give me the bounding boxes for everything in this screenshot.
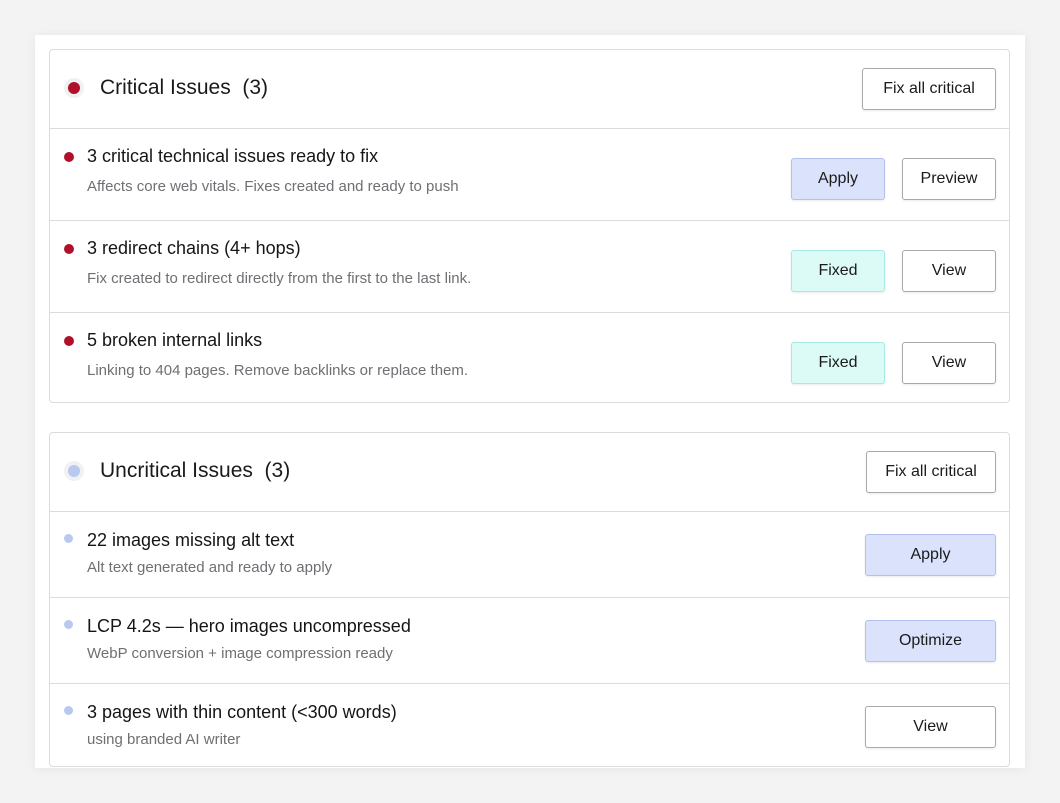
uncritical-status-dot-icon bbox=[68, 465, 80, 477]
apply-button[interactable]: Apply bbox=[865, 534, 996, 576]
optimize-button[interactable]: Optimize bbox=[865, 620, 996, 662]
preview-button[interactable]: Preview bbox=[902, 158, 996, 200]
issue-row: 3 pages with thin content (<300 words) u… bbox=[50, 684, 1009, 770]
view-button[interactable]: View bbox=[902, 342, 996, 384]
issue-title: 5 broken internal links bbox=[87, 330, 263, 350]
issue-title: 3 redirect chains (4+ hops) bbox=[87, 238, 301, 258]
view-button[interactable]: View bbox=[902, 250, 996, 292]
fixed-status-button[interactable]: Fixed bbox=[791, 342, 885, 384]
issue-description: using branded AI writer bbox=[87, 731, 241, 748]
issue-description: WebP conversion + image compression read… bbox=[87, 645, 393, 662]
apply-button[interactable]: Apply bbox=[791, 158, 885, 200]
issue-row: 3 critical technical issues ready to fix… bbox=[50, 129, 1009, 221]
uncritical-dot-icon bbox=[64, 620, 73, 629]
issue-description: Linking to 404 pages. Remove backlinks o… bbox=[87, 362, 469, 379]
issue-title: 3 pages with thin content (<300 words) bbox=[87, 702, 397, 722]
issue-row: 3 redirect chains (4+ hops) Fix created … bbox=[50, 221, 1009, 313]
critical-dot-icon bbox=[64, 336, 74, 346]
issue-description: Alt text generated and ready to apply bbox=[87, 559, 333, 576]
fixed-status-button[interactable]: Fixed bbox=[791, 250, 885, 292]
issue-title: LCP 4.2s — hero images uncompressed bbox=[87, 616, 411, 636]
fix-all-critical-button[interactable]: Fix all critical bbox=[862, 68, 996, 110]
issue-description: Affects core web vitals. Fixes created a… bbox=[87, 178, 459, 195]
issue-title: 22 images missing alt text bbox=[87, 530, 295, 550]
critical-dot-icon bbox=[64, 152, 74, 162]
critical-issues-title: Critical Issues (3) bbox=[100, 76, 269, 99]
critical-dot-icon bbox=[64, 244, 74, 254]
critical-issues-header: Critical Issues (3) Fix all critical bbox=[50, 50, 1009, 129]
uncritical-dot-icon bbox=[64, 706, 73, 715]
issue-description: Fix created to redirect directly from th… bbox=[87, 270, 472, 287]
issue-row: LCP 4.2s — hero images uncompressed WebP… bbox=[50, 598, 1009, 684]
issue-row: 5 broken internal links Linking to 404 p… bbox=[50, 313, 1009, 405]
critical-status-dot-icon bbox=[68, 82, 80, 94]
issue-title: 3 critical technical issues ready to fix bbox=[87, 146, 379, 166]
issues-card: Critical Issues (3) Fix all critical 3 c… bbox=[35, 35, 1025, 768]
critical-issues-section: Critical Issues (3) Fix all critical 3 c… bbox=[49, 49, 1010, 403]
fix-all-uncritical-button[interactable]: Fix all critical bbox=[866, 451, 996, 493]
issue-row: 22 images missing alt text Alt text gene… bbox=[50, 512, 1009, 598]
uncritical-issues-header: Uncritical Issues (3) Fix all critical bbox=[50, 433, 1009, 512]
uncritical-issues-title: Uncritical Issues (3) bbox=[100, 459, 291, 482]
view-button[interactable]: View bbox=[865, 706, 996, 748]
uncritical-dot-icon bbox=[64, 534, 73, 543]
uncritical-issues-section: Uncritical Issues (3) Fix all critical 2… bbox=[49, 432, 1010, 767]
